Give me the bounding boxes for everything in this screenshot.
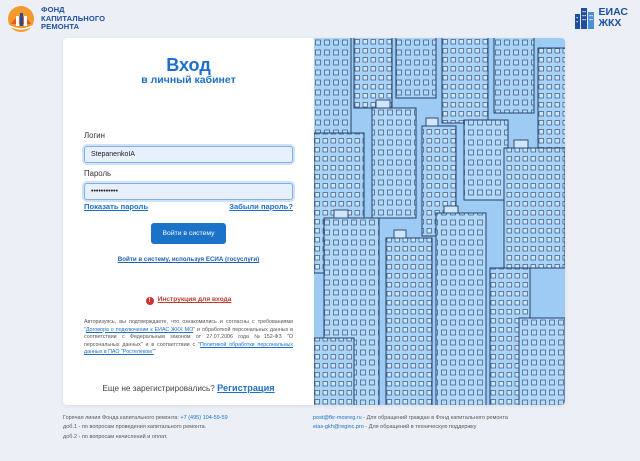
forgot-password-link[interactable]: Забыли пароль? [229,202,293,211]
hotline-phone-link[interactable]: +7 (495) 104-59-59 [180,415,227,421]
eias-logo-text: ЕИАС ЖКХ [598,6,628,29]
footer-hotline: Горячая линия Фонда капитального ремонта… [63,414,228,442]
support-email-link[interactable]: eias-gkh@reginc.pro [313,424,364,430]
city-buildings-image [314,38,565,405]
password-links: Показать пароль Забыли пароль? [84,202,293,211]
footer-contacts: post@fkr-mosreg.ru - Для обращений гражд… [313,415,508,431]
agreement-link[interactable]: Договора о подключении к ЕИАС ЖКХ МО [86,327,193,333]
register-row: Еще не зарегистрировались? Регистрация [63,383,314,393]
page-subtitle: в личный кабинет [141,74,236,86]
instructions-link[interactable]: ! Инструкция для входа [63,296,314,305]
page-title: Вход [166,55,211,75]
hotline-ext1: доб.1 - по вопросам проведения капитальн… [63,424,207,431]
eias-logo[interactable]: ЕИАС ЖКХ [574,6,628,30]
login-label: Логин [84,131,105,140]
login-button[interactable]: Войти в систему [151,223,226,244]
alert-icon: ! [145,297,154,305]
eias-building-icon [574,8,594,29]
login-input[interactable]: StepanenkoIA [84,146,293,163]
password-input[interactable]: ••••••••••• [84,183,293,200]
register-link[interactable]: Регистрация [217,383,274,393]
login-form: Вход в личный кабинет Логин StepanenkoIA… [63,38,314,405]
consent-text: Авторизуясь, вы подтверждаете, что ознак… [84,319,294,356]
login-card: Вход в личный кабинет Логин StepanenkoIA… [63,38,565,405]
fund-email-link[interactable]: post@fkr-mosreg.ru [313,415,362,421]
city-illustration [314,38,565,405]
esia-login-link[interactable]: Войти в систему, используя ЕСИА (госуслу… [63,256,314,263]
instructions-label: Инструкция для входа [157,296,232,303]
register-prompt: Еще не зарегистрировались? [102,384,215,393]
show-password-link[interactable]: Показать пароль [84,202,148,211]
password-label: Пароль [84,169,112,178]
hotline-ext2: доб.2 - по вопросам начислений и оплат. [63,433,168,440]
fund-logo[interactable]: ФОНД КАПИТАЛЬНОГО РЕМОНТА [6,4,146,34]
fund-emblem-icon [6,4,36,34]
fund-logo-text: ФОНД КАПИТАЛЬНОГО РЕМОНТА [41,5,106,32]
